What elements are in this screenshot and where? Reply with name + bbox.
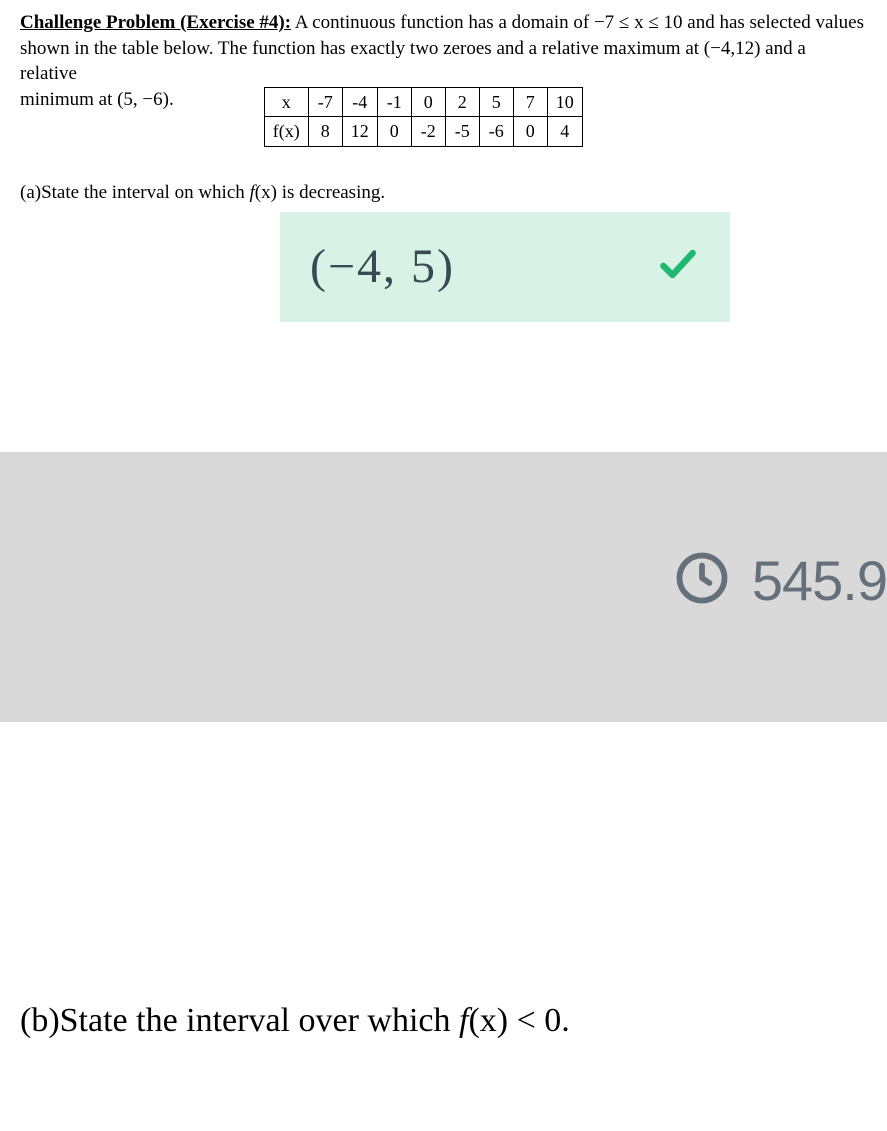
checkmark-icon <box>656 242 700 291</box>
table-cell: 2 <box>445 87 479 116</box>
part-b-prefix: (b)State the interval over which <box>20 1002 459 1039</box>
part-a-suffix: (x) is decreasing. <box>255 182 385 203</box>
table-cell: 0 <box>513 117 547 146</box>
table-cell: 4 <box>547 117 582 146</box>
table-cell: 7 <box>513 87 547 116</box>
problem-header: Challenge Problem (Exercise #4): A conti… <box>0 0 887 152</box>
value-table: x -7 -4 -1 0 2 5 7 10 f(x) 8 12 0 -2 -5 … <box>264 87 583 147</box>
table-cell: -1 <box>377 87 411 116</box>
answer-value: (−4, 5) <box>310 239 455 294</box>
problem-title: Challenge Problem (Exercise #4): <box>20 12 291 33</box>
clock-icon <box>672 548 732 613</box>
timer-value: 545.9 <box>752 548 887 613</box>
timer-row: 545.9 <box>672 548 887 613</box>
table-cell: x <box>264 87 308 116</box>
table-cell: -5 <box>445 117 479 146</box>
table-cell: 0 <box>411 87 445 116</box>
table-cell: 10 <box>547 87 582 116</box>
table-cell: f(x) <box>264 117 308 146</box>
table-cell: -7 <box>308 87 342 116</box>
part-b-prompt: (b)State the interval over which f(x) < … <box>0 722 887 1080</box>
table-cell: -2 <box>411 117 445 146</box>
problem-text-3: minimum at (5, −6). <box>20 87 174 113</box>
problem-text-1: A continuous function has a domain of −7… <box>291 12 864 33</box>
problem-text-2: shown in the table below. The function h… <box>20 36 867 87</box>
table-cell: 0 <box>377 117 411 146</box>
table-row: f(x) 8 12 0 -2 -5 -6 0 4 <box>264 117 582 146</box>
table-cell: -6 <box>479 117 513 146</box>
part-a-prefix: (a)State the interval on which <box>20 182 250 203</box>
table-row: x -7 -4 -1 0 2 5 7 10 <box>264 87 582 116</box>
table-cell: -4 <box>342 87 377 116</box>
ad-band: 545.9 <box>0 452 887 722</box>
answer-box: (−4, 5) <box>280 212 730 322</box>
part-a-prompt: (a)State the interval on which f(x) is d… <box>0 152 887 212</box>
part-b-suffix: (x) < 0. <box>468 1002 569 1039</box>
table-cell: 8 <box>308 117 342 146</box>
table-cell: 12 <box>342 117 377 146</box>
table-cell: 5 <box>479 87 513 116</box>
